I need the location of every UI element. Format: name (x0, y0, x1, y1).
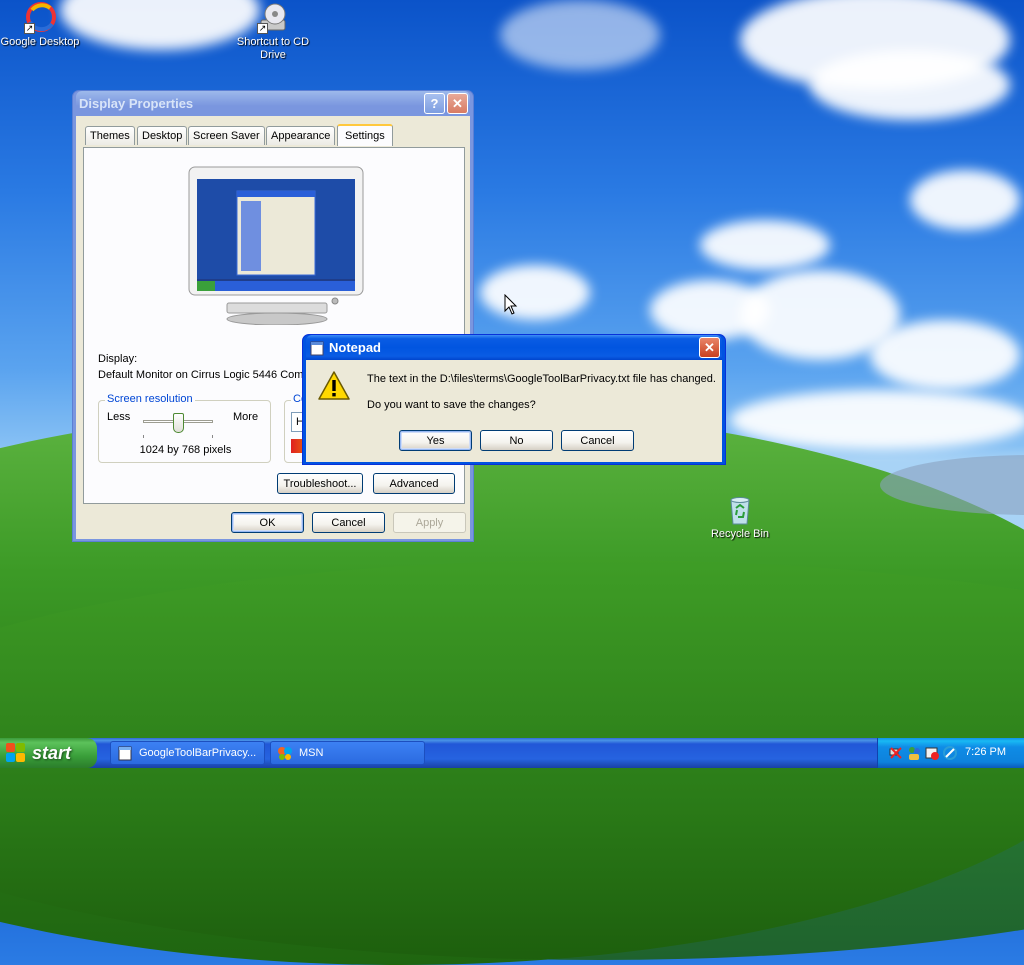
cancel-button[interactable]: Cancel (561, 430, 634, 451)
advanced-button[interactable]: Advanced (373, 473, 455, 494)
no-button[interactable]: No (480, 430, 553, 451)
google-desktop-icon: ↗ (24, 2, 56, 34)
shortcut-arrow-icon: ↗ (257, 23, 268, 34)
tab-appearance[interactable]: Appearance (266, 126, 336, 145)
tab-strip: Themes Desktop Screen Saver Appearance S… (83, 124, 468, 148)
window-title: Display Properties (79, 96, 194, 111)
system-tray: 7:26 PM (877, 738, 1024, 768)
desktop-icon-recycle-bin[interactable]: Recycle Bin (700, 494, 780, 541)
monitor-preview (187, 165, 367, 326)
desktop-icon-label: Shortcut to CD Drive (236, 36, 310, 61)
cancel-button[interactable]: Cancel (312, 512, 385, 533)
dialog-body: The text in the D:\files\terms\GoogleToo… (306, 360, 722, 462)
tab-desktop[interactable]: Desktop (137, 126, 188, 145)
screen-resolution-group: Screen resolution Less More 1024 by 768 … (98, 393, 271, 463)
taskbar-item-label: MSN (299, 747, 324, 759)
close-button[interactable]: ✕ (447, 93, 468, 114)
windows-logo-icon (6, 743, 26, 763)
desktop-icon-label: Recycle Bin (710, 528, 770, 540)
tab-settings[interactable]: Settings (337, 124, 393, 146)
notepad-icon (118, 746, 132, 761)
messenger-icon[interactable] (906, 745, 922, 761)
dialog-question: Do you want to save the changes? (367, 399, 536, 411)
resolution-value: 1024 by 768 pixels (139, 444, 232, 456)
network-icon[interactable] (888, 745, 904, 761)
warning-icon (318, 371, 350, 400)
tab-screen-saver[interactable]: Screen Saver (188, 126, 265, 145)
close-icon: ✕ (704, 339, 715, 355)
yes-button[interactable]: Yes (399, 430, 472, 451)
ok-button[interactable]: OK (231, 512, 304, 533)
display-value: Default Monitor on Cirrus Logic 5446 Com… (98, 369, 308, 381)
more-label: More (233, 411, 259, 423)
slider-ticks (143, 435, 213, 438)
display-label: Display: (98, 353, 138, 365)
desktop-icon-google-desktop[interactable]: ↗ Google Desktop (0, 2, 80, 49)
troubleshoot-button[interactable]: Troubleshoot... (277, 473, 363, 494)
notepad-titlebar[interactable]: Notepad ✕ (306, 335, 722, 360)
dialog-title: Notepad (329, 340, 381, 355)
msn-butterfly-icon (278, 747, 292, 760)
security-alert-icon[interactable] (924, 745, 940, 761)
slider-thumb[interactable] (173, 413, 184, 433)
close-icon: ✕ (452, 95, 463, 111)
taskbar-item-label: GoogleToolBarPrivacy... (139, 747, 257, 759)
start-label: start (32, 742, 72, 763)
desktop-icon-cd-drive[interactable]: ↗ Shortcut to CD Drive (233, 2, 313, 62)
apply-button: Apply (393, 512, 466, 533)
cd-drive-icon: ↗ (257, 2, 289, 34)
start-button[interactable]: start (0, 738, 97, 768)
clock: 7:26 PM (965, 746, 1006, 758)
notepad-icon (310, 341, 324, 355)
desktop-icon-label: Google Desktop (0, 36, 80, 48)
google-desktop-tray-icon[interactable] (942, 745, 958, 761)
mouse-cursor-icon (504, 294, 518, 315)
display-properties-window: Display Properties ? ✕ Themes Desktop Sc… (72, 90, 474, 542)
taskbar-item-msn[interactable]: MSN (270, 741, 425, 765)
help-button[interactable]: ? (424, 93, 445, 114)
dialog-message: The text in the D:\files\terms\GoogleToo… (367, 373, 716, 385)
display-properties-titlebar[interactable]: Display Properties ? ✕ (76, 91, 470, 116)
shortcut-arrow-icon: ↗ (24, 23, 35, 34)
notepad-save-dialog: Notepad ✕ The text in the D:\files\terms… (302, 334, 726, 465)
resolution-slider[interactable] (143, 413, 213, 438)
tab-themes[interactable]: Themes (85, 126, 135, 145)
less-label: Less (107, 411, 131, 423)
group-legend: Screen resolution (105, 393, 195, 405)
close-button[interactable]: ✕ (699, 337, 720, 358)
taskbar-item-notepad[interactable]: GoogleToolBarPrivacy... (110, 741, 265, 765)
recycle-bin-icon (724, 494, 756, 526)
window-body: Themes Desktop Screen Saver Appearance S… (76, 116, 470, 539)
taskbar: start GoogleToolBarPrivacy... MSN 7:26 P… (0, 738, 1024, 768)
question-icon: ? (430, 96, 439, 111)
